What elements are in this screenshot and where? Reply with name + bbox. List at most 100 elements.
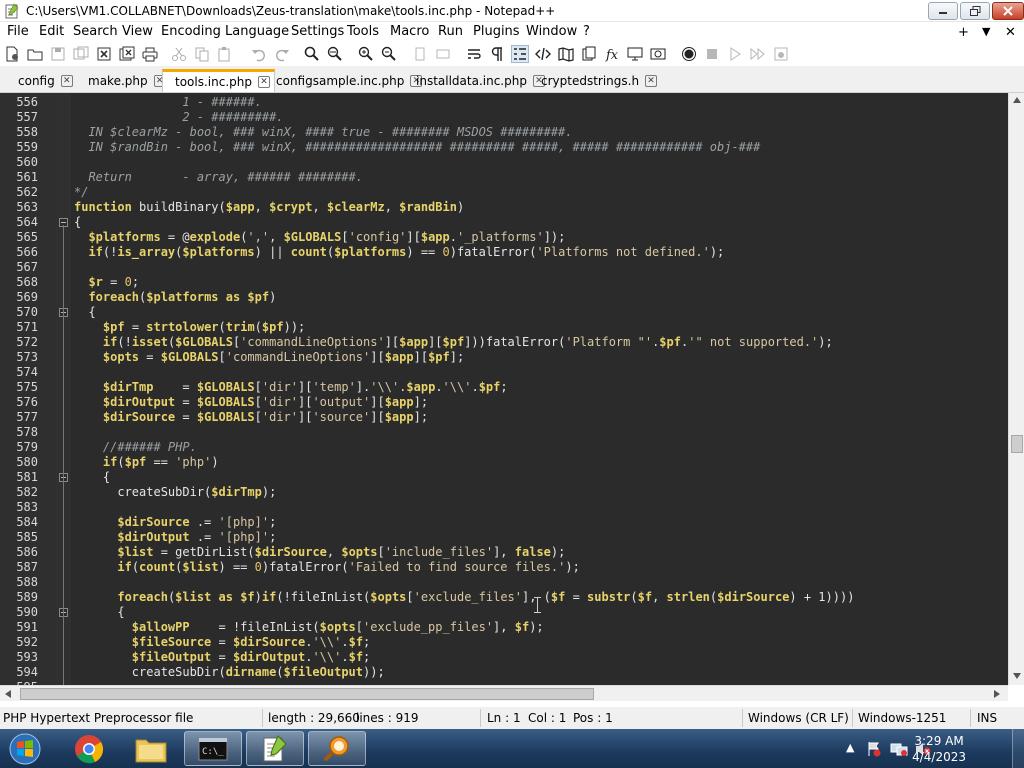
tab-close-icon[interactable]: ✕ [645,75,658,87]
horizontal-scroll-thumb[interactable] [20,688,594,700]
menu-language[interactable]: Language [225,24,289,39]
taskbar-chrome[interactable] [62,731,116,766]
status-insert-mode[interactable]: INS [977,711,997,725]
code-line[interactable]: $dirSource .= '[php]'; [74,515,276,530]
code-line[interactable]: $fileOutput = $dirOutput.'\\'.$f; [74,650,370,665]
print-button[interactable] [141,45,159,63]
code-line[interactable]: createSubDir(dirname($fileOutput)); [74,665,385,680]
function-list-button[interactable]: fx [603,45,621,63]
restore-button[interactable] [960,2,990,20]
playback-button[interactable] [726,45,744,63]
close-all-button[interactable] [118,45,136,63]
document-list-button[interactable] [580,45,598,63]
start-recording-button[interactable] [680,45,698,63]
tab-make-php[interactable]: make.php ✕ [84,70,170,92]
taskbar-command-prompt[interactable]: C:\_ [184,731,242,766]
close-button[interactable] [95,45,113,63]
show-hidden-icons-button[interactable]: ▲ [846,741,854,754]
tab-cryptedstrings-h[interactable]: cryptedstrings.h ✕ [537,70,661,92]
horizontal-scrollbar[interactable] [0,685,1008,701]
vertical-scroll-thumb[interactable] [1011,435,1023,453]
zoom-out-button[interactable] [380,45,398,63]
menu-edit[interactable]: Edit [39,24,64,39]
menu-view[interactable]: View [122,24,153,39]
code-line[interactable]: function buildBinary($app, $crypt, $clea… [74,200,464,215]
show-all-characters-button[interactable] [488,45,506,63]
code-line[interactable]: if(!isset($GLOBALS['commandLineOptions']… [74,335,833,350]
menu-tools[interactable]: Tools [347,24,379,39]
code-line[interactable]: 1 - ######. [74,95,261,110]
tab-tools-inc-php[interactable]: tools.inc.php ✕ [162,69,275,92]
taskbar-notepadpp[interactable] [246,731,304,766]
menu-file[interactable]: File [7,24,29,39]
menu-search[interactable]: Search [73,24,118,39]
code-line[interactable]: $dirSource = $GLOBALS['dir']['source'][$… [74,410,428,425]
menu-window[interactable]: Window [526,24,577,39]
code-line[interactable]: $pf = strtolower(trim($pf)); [74,320,305,335]
code-line[interactable]: $opts = $GLOBALS['commandLineOptions'][$… [74,350,464,365]
code-line[interactable]: createSubDir($dirTmp); [74,485,276,500]
menu-plugins[interactable]: Plugins [473,24,520,39]
code-line[interactable]: $allowPP = !fileInList($opts['exclude_pp… [74,620,544,635]
code-line[interactable]: { [74,470,110,485]
code-line[interactable]: //###### PHP. [74,440,197,455]
tab-list-dropdown-button[interactable]: ▼ [982,25,990,38]
code-editor[interactable]: 556 557 558 559 560 561 562 563 564 565 566 567 568 5… [0,93,1008,685]
monitoring-button[interactable] [649,45,667,63]
code-line[interactable]: { [74,305,95,320]
status-encoding[interactable]: Windows-1251 [858,711,946,725]
tab-close-icon[interactable]: ✕ [60,75,73,87]
run-macro-multiple-button[interactable] [749,45,767,63]
minimize-button[interactable] [928,2,958,20]
code-line[interactable]: Return - array, ###### ########. [74,170,363,185]
menu-help[interactable]: ? [583,24,590,39]
code-line[interactable]: 2 - #########. [74,110,283,125]
document-map-button[interactable] [557,45,575,63]
save-macro-button[interactable] [772,45,790,63]
status-line-number[interactable]: Ln : 1 [487,711,521,725]
scroll-up-icon[interactable] [1013,97,1021,103]
code-line[interactable]: $dirTmp = $GLOBALS['dir']['temp'].'\\'.$… [74,380,508,395]
new-file-button[interactable] [3,45,21,63]
indent-guide-button[interactable] [511,45,529,63]
open-file-button[interactable] [26,45,44,63]
network-icon[interactable] [890,741,908,757]
code-line[interactable]: foreach($platforms as $pf) [74,290,276,305]
taskbar-search-tool[interactable] [308,731,366,766]
save-all-button[interactable] [72,45,90,63]
code-line[interactable]: IN $clearMz - bool, ### winX, #### true … [74,125,572,140]
find-button[interactable] [303,45,321,63]
menu-macro[interactable]: Macro [390,24,429,39]
menu-settings[interactable]: Settings [291,24,344,39]
zoom-in-button[interactable] [357,45,375,63]
scroll-left-icon[interactable] [5,690,11,698]
status-column[interactable]: Col : 1 [528,711,566,725]
code-line[interactable]: if(!is_array($platforms) || count($platf… [74,245,724,260]
taskbar-explorer[interactable] [122,731,180,766]
paste-button[interactable] [216,45,234,63]
code-line[interactable]: */ [74,185,88,200]
code-line[interactable]: $list = getDirList($dirSource, $opts['in… [74,545,565,560]
code-line[interactable]: $fileSource = $dirSource.'\\'.$f; [74,635,370,650]
tab-configsample-inc-php[interactable]: configsample.inc.php ✕ [272,70,426,92]
word-wrap-button[interactable] [465,45,483,63]
code-line[interactable]: foreach ($list as $f)if(!fileInList($opts… [74,590,854,605]
language-define-button[interactable] [534,45,552,63]
folder-as-workspace-button[interactable] [626,45,644,63]
replace-button[interactable] [326,45,344,63]
status-position[interactable]: Pos : 1 [573,711,613,725]
code-line[interactable]: if(count($list) == 0)fatalError('Failed … [74,560,579,575]
code-line[interactable]: { [74,605,124,620]
new-tab-plus-button[interactable]: + [958,25,969,40]
tab-close-icon[interactable]: ✕ [257,76,270,88]
sync-vertical-button[interactable] [411,45,429,63]
scroll-right-icon[interactable] [994,690,1000,698]
menu-encoding[interactable]: Encoding [161,24,221,39]
code-line[interactable]: IN $randBin - bool, ### winX, ##########… [74,140,760,155]
show-desktop-button[interactable] [1012,729,1024,768]
code-line[interactable]: $dirOutput .= '[php]'; [74,530,276,545]
save-button[interactable] [49,45,67,63]
fold-margin[interactable] [56,93,72,685]
redo-button[interactable] [273,45,291,63]
scroll-down-icon[interactable] [1013,673,1021,679]
